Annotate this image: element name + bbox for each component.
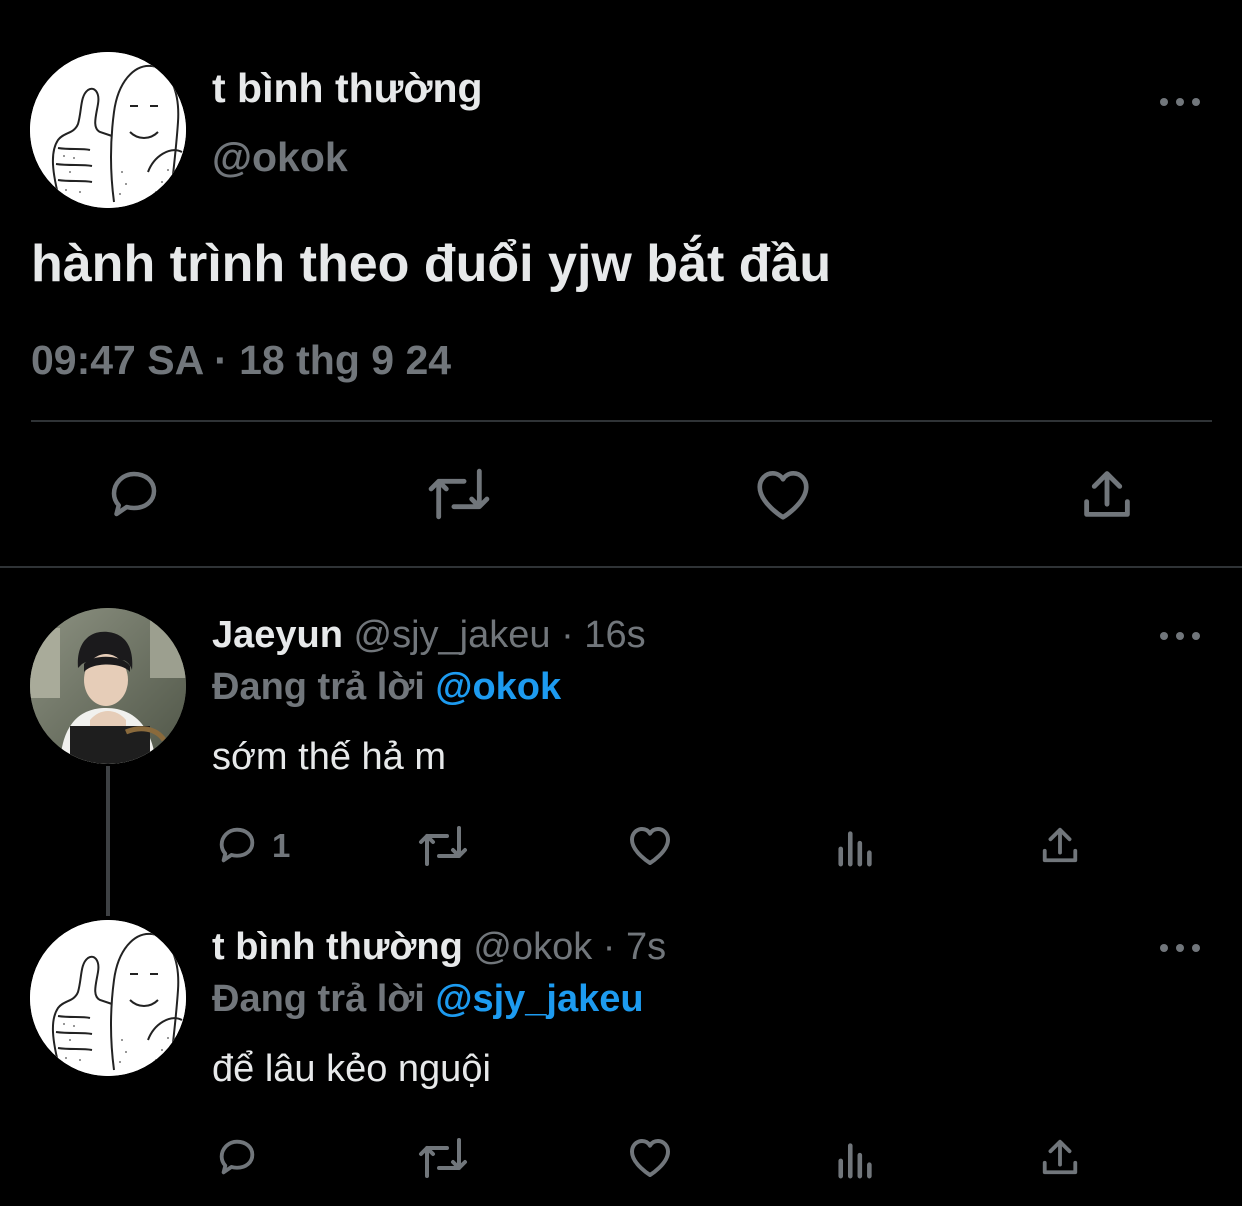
main-tweet-timestamp[interactable]: 09:47 SA · 18 thg 9 24 xyxy=(31,336,451,384)
replying-label: Đang trả lời xyxy=(212,666,425,708)
reply-time[interactable]: · 16s xyxy=(561,614,645,656)
reply-more-options-icon[interactable] xyxy=(1160,938,1200,958)
share-icon[interactable] xyxy=(1078,466,1136,522)
analytics-icon[interactable] xyxy=(834,826,878,868)
reply-icon[interactable] xyxy=(104,464,164,524)
section-divider xyxy=(0,566,1242,568)
reply-header: t bình thường @okok · 7s xyxy=(212,924,666,970)
main-handle[interactable]: @okok xyxy=(212,133,348,181)
thread-connector xyxy=(106,766,110,916)
reply-header: Jaeyun @sjy_jakeu · 16s xyxy=(212,612,646,658)
replying-to-line: Đang trả lời @sjy_jakeu xyxy=(212,976,644,1022)
reply-display-name[interactable]: Jaeyun xyxy=(212,614,343,656)
share-icon[interactable] xyxy=(1038,1136,1082,1178)
replying-to-line: Đang trả lời @okok xyxy=(212,664,561,710)
replying-label: Đang trả lời xyxy=(212,978,425,1020)
analytics-icon[interactable] xyxy=(834,1138,878,1180)
meme-thumbs-up-drawing-icon xyxy=(30,920,186,1076)
reply-time[interactable]: · 7s xyxy=(603,926,666,968)
reply-icon[interactable] xyxy=(214,1134,260,1180)
reply-avatar-okok[interactable] xyxy=(30,920,186,1076)
retweet-icon[interactable] xyxy=(416,1136,470,1180)
retweet-icon[interactable] xyxy=(426,466,492,522)
share-icon[interactable] xyxy=(1038,824,1082,866)
reply-more-options-icon[interactable] xyxy=(1160,626,1200,646)
more-options-icon[interactable] xyxy=(1160,92,1200,112)
like-icon[interactable] xyxy=(752,464,814,524)
reply-avatar-jaeyun[interactable] xyxy=(30,608,186,764)
user-photo-avatar-icon xyxy=(30,608,186,764)
main-avatar[interactable] xyxy=(30,52,186,208)
reply-count: 1 xyxy=(272,827,291,864)
like-icon[interactable] xyxy=(626,1134,674,1180)
main-display-name[interactable]: t bình thường xyxy=(212,64,483,112)
reply-handle[interactable]: @sjy_jakeu xyxy=(354,614,551,656)
replying-to-mention[interactable]: @sjy_jakeu xyxy=(435,978,643,1020)
reply-handle[interactable]: @okok xyxy=(473,926,592,968)
reply-display-name[interactable]: t bình thường xyxy=(212,926,463,968)
like-icon[interactable] xyxy=(626,822,674,868)
reply-text: sớm thế hả m xyxy=(212,736,446,778)
replying-to-mention[interactable]: @okok xyxy=(435,666,561,708)
divider xyxy=(31,420,1212,422)
reply-text: để lâu kẻo nguội xyxy=(212,1048,491,1090)
main-tweet-text: hành trình theo đuổi yjw bắt đầu xyxy=(31,235,832,293)
reply-icon[interactable] xyxy=(214,822,260,868)
retweet-icon[interactable] xyxy=(416,824,470,868)
meme-thumbs-up-drawing-icon xyxy=(30,52,186,208)
